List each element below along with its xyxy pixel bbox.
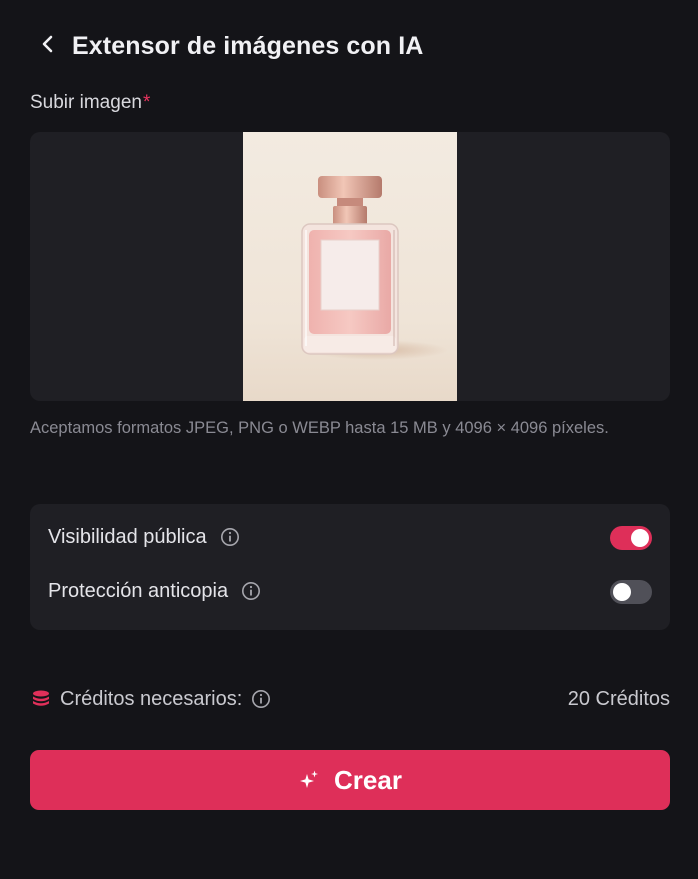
options-card: Visibilidad pública Protección anticopia xyxy=(30,504,670,630)
back-button[interactable] xyxy=(36,34,60,58)
toggle-knob xyxy=(631,529,649,547)
page-title: Extensor de imágenes con IA xyxy=(72,31,424,60)
info-icon[interactable] xyxy=(241,581,261,601)
image-extender-panel: Extensor de imágenes con IA Subir imagen… xyxy=(0,0,698,879)
public-visibility-toggle[interactable] xyxy=(610,526,652,550)
perfume-bottle-image xyxy=(243,132,457,401)
option-public-visibility: Visibilidad pública xyxy=(48,520,652,554)
info-icon[interactable] xyxy=(251,689,271,709)
upload-label: Subir imagen* xyxy=(30,92,150,114)
credits-row: Créditos necesarios: 20 Créditos xyxy=(30,684,670,714)
info-icon[interactable] xyxy=(220,527,240,547)
required-mark: * xyxy=(142,92,151,113)
sparkle-icon xyxy=(298,769,320,791)
credits-value: 20 Créditos xyxy=(567,687,670,710)
chevron-left-icon xyxy=(40,35,56,58)
option-label: Protección anticopia xyxy=(48,579,229,602)
upload-label-text: Subir imagen xyxy=(30,92,142,113)
copy-protection-toggle[interactable] xyxy=(610,580,652,604)
option-label: Visibilidad pública xyxy=(48,525,207,548)
upload-format-hint: Aceptamos formatos JPEG, PNG o WEBP hast… xyxy=(30,419,609,437)
uploaded-image-preview xyxy=(243,132,457,401)
header: Extensor de imágenes con IA xyxy=(36,26,423,66)
image-upload-dropzone[interactable] xyxy=(30,132,670,401)
create-button-label: Crear xyxy=(334,764,402,795)
option-copy-protection: Protección anticopia xyxy=(48,574,652,608)
toggle-knob xyxy=(613,583,631,601)
create-button[interactable]: Crear xyxy=(30,750,670,810)
coins-icon xyxy=(30,688,52,710)
credits-label: Créditos necesarios: xyxy=(60,687,243,710)
